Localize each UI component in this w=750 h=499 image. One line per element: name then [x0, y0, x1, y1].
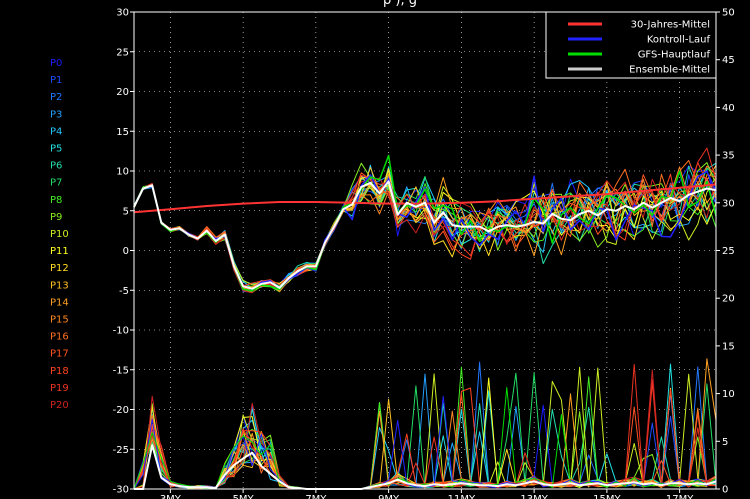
member-label-p19: P19	[50, 383, 69, 394]
member-label-p17: P17	[50, 349, 69, 360]
right-tick-label-0: 50	[722, 8, 735, 19]
member-label-p6: P6	[50, 161, 62, 172]
right-tick-label-1: 45	[722, 55, 735, 66]
member-label-p8: P8	[50, 195, 62, 206]
legend: 30-Jahres-Mittel Kontroll-Lauf GFS-Hauptla…	[545, 11, 717, 79]
right-tick-label-7: 15	[722, 341, 735, 352]
right-tick-label-6: 20	[722, 294, 735, 305]
x-tick-label-7: 17MY	[666, 494, 694, 499]
member-label-p15: P15	[50, 315, 69, 326]
left-tick-label-6: 0	[123, 246, 129, 257]
right-tick-label-8: 10	[722, 389, 735, 400]
left-tick-label-1: 25	[116, 47, 129, 58]
legend-label-3: Ensemble-Mittel	[629, 65, 710, 76]
x-tick-label-5: 13MY	[520, 494, 548, 499]
right-tick-label-3: 35	[722, 151, 735, 162]
member-label-p4: P4	[50, 126, 62, 137]
member-label-p18: P18	[50, 366, 69, 377]
chart-title: p ), g	[383, 0, 417, 8]
x-tick-label-0: 3MY	[160, 494, 182, 499]
ensemble-forecast-chart: p ), g 302520151050-5-10-15-20-25-30 504…	[0, 0, 750, 499]
member-label-p10: P10	[50, 229, 69, 240]
left-tick-label-11: -25	[113, 445, 129, 456]
right-tick-label-10: 0	[722, 485, 728, 496]
left-tick-label-7: -5	[119, 286, 129, 297]
member-label-p5: P5	[50, 144, 62, 155]
member-label-p1: P1	[50, 75, 62, 86]
member-label-p14: P14	[50, 297, 69, 308]
member-label-p3: P3	[50, 109, 62, 120]
member-label-p11: P11	[50, 246, 69, 257]
x-tick-label-3: 9MY	[378, 494, 400, 499]
left-tick-label-12: -30	[113, 485, 129, 496]
left-tick-label-2: 20	[116, 87, 129, 98]
member-label-p13: P13	[50, 280, 69, 291]
right-tick-label-9: 5	[722, 437, 728, 448]
left-tick-label-5: 5	[123, 206, 129, 217]
x-tick-label-2: 7MY	[305, 494, 327, 499]
member-label-p7: P7	[50, 178, 62, 189]
right-tick-label-5: 25	[722, 246, 735, 257]
x-tick-label-1: 5MY	[233, 494, 255, 499]
left-tick-label-0: 30	[116, 8, 129, 19]
member-label-p16: P16	[50, 332, 69, 343]
left-tick-label-10: -20	[113, 405, 129, 416]
legend-label-1: Kontroll-Lauf	[647, 35, 711, 46]
left-tick-label-3: 15	[116, 127, 129, 138]
x-tick-label-6: 15MY	[593, 494, 621, 499]
x-tick-label-4: 11MY	[448, 494, 476, 499]
member-label-p0: P0	[50, 58, 62, 69]
left-tick-label-4: 10	[116, 167, 129, 178]
right-tick-label-2: 40	[722, 103, 735, 114]
legend-label-0: 30-Jahres-Mittel	[631, 20, 710, 31]
right-tick-label-4: 30	[722, 198, 735, 209]
left-tick-label-9: -15	[113, 365, 129, 376]
member-label-p20: P20	[50, 400, 69, 411]
left-tick-label-8: -10	[113, 326, 129, 337]
member-label-p9: P9	[50, 212, 62, 223]
legend-label-2: GFS-Hauptlauf	[638, 50, 711, 61]
member-label-p2: P2	[50, 92, 62, 103]
member-label-p12: P12	[50, 263, 69, 274]
